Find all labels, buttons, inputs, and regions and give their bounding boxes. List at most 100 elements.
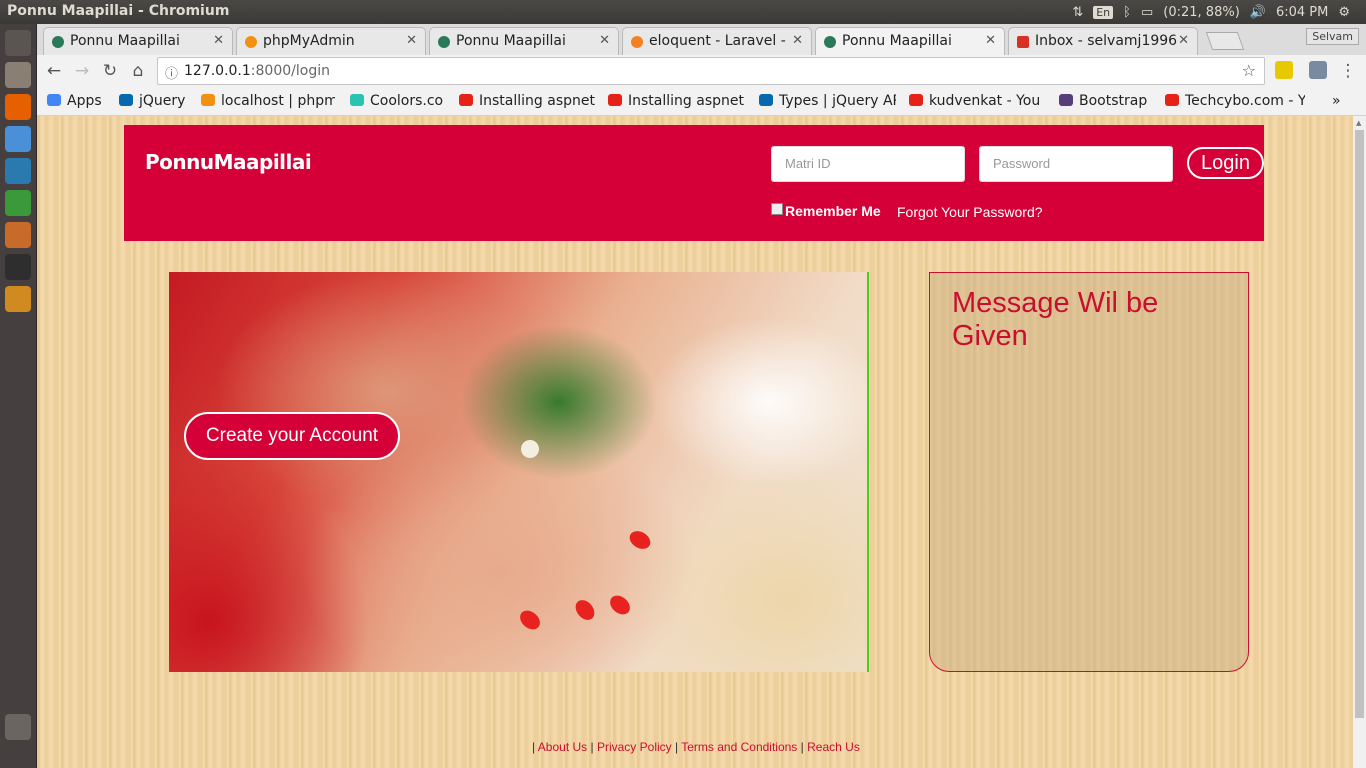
- reload-icon[interactable]: ↻: [99, 60, 121, 82]
- bookmarks-overflow-chevron-icon[interactable]: »: [1332, 93, 1341, 109]
- bookmark-coolors[interactable]: Coolors.co: [350, 93, 443, 109]
- close-tab-icon[interactable]: ✕: [1178, 33, 1189, 48]
- matri-id-input[interactable]: Matri ID: [771, 146, 965, 182]
- libreoffice-calc-icon[interactable]: [5, 190, 31, 216]
- favicon-icon: [631, 36, 643, 48]
- close-tab-icon[interactable]: ✕: [406, 33, 417, 48]
- jquery-icon: [759, 94, 773, 106]
- bookmarks-bar: Apps jQuery localhost | phpm Coolors.co …: [37, 87, 1366, 116]
- extension-icon[interactable]: [1275, 61, 1293, 79]
- url-path: :8000/login: [250, 63, 330, 79]
- profile-button[interactable]: Selvam: [1306, 28, 1359, 45]
- bookmark-jquery[interactable]: jQuery: [119, 93, 185, 109]
- favicon-icon: [245, 36, 257, 48]
- close-tab-icon[interactable]: ✕: [213, 33, 224, 48]
- jquery-icon: [119, 94, 133, 106]
- site-footer: | About Us | Privacy Policy | Terms and …: [532, 740, 860, 754]
- remember-me-label: Remember Me: [785, 203, 881, 219]
- new-tab-button[interactable]: [1205, 32, 1245, 50]
- bootstrap-icon: [1059, 94, 1073, 106]
- menu-kebab-icon[interactable]: ⋮: [1337, 60, 1359, 82]
- close-tab-icon[interactable]: ✕: [985, 33, 996, 48]
- scroll-up-icon[interactable]: ▲: [1356, 119, 1361, 127]
- site-info-icon[interactable]: ⓘ: [165, 63, 178, 82]
- volume-icon[interactable]: 🔊: [1250, 5, 1266, 20]
- youtube-icon: [1165, 94, 1179, 106]
- create-account-button[interactable]: Create your Account: [184, 412, 400, 460]
- tab-strip: Ponnu Maapillai ✕ phpMyAdmin ✕ Ponnu Maa…: [37, 24, 1366, 55]
- firefox-icon[interactable]: [5, 94, 31, 120]
- bookmark-star-icon[interactable]: ☆: [1242, 61, 1256, 80]
- bookmark-kudvenkat[interactable]: kudvenkat - You: [909, 93, 1046, 109]
- tab-phpmyadmin[interactable]: phpMyAdmin ✕: [236, 27, 426, 55]
- clock[interactable]: 6:04 PM: [1276, 5, 1328, 20]
- files-icon[interactable]: [5, 62, 31, 88]
- back-arrow-icon[interactable]: ←: [43, 60, 65, 82]
- remember-me-checkbox[interactable]: [771, 203, 783, 215]
- footer-link-terms[interactable]: Terms and Conditions: [681, 740, 797, 754]
- tab-ponnu-active[interactable]: Ponnu Maapillai ✕: [815, 27, 1005, 55]
- scrollbar-thumb[interactable]: [1355, 130, 1364, 718]
- close-tab-icon[interactable]: ✕: [792, 33, 803, 48]
- chromium-icon[interactable]: [5, 126, 31, 152]
- window-title: Ponnu Maapillai - Chromium: [7, 3, 230, 19]
- tab-ponnu-1[interactable]: Ponnu Maapillai ✕: [43, 27, 233, 55]
- phpmyadmin-icon: [201, 94, 215, 106]
- page-viewport: PonnuMaapillai Matri ID Password Login R…: [37, 116, 1353, 768]
- forward-arrow-icon[interactable]: →: [71, 60, 93, 82]
- favicon-icon: [52, 36, 64, 48]
- footer-separator: |: [800, 740, 804, 754]
- trash-icon[interactable]: [5, 714, 31, 740]
- close-tab-icon[interactable]: ✕: [599, 33, 610, 48]
- bookmark-aspnet-2[interactable]: Installing aspnet: [608, 93, 744, 109]
- dash-icon[interactable]: [5, 30, 31, 56]
- favicon-icon: [438, 36, 450, 48]
- footer-link-about[interactable]: About Us: [538, 740, 587, 754]
- battery-icon[interactable]: ▭: [1141, 5, 1153, 20]
- bookmark-techcybo[interactable]: Techcybo.com - Y: [1165, 93, 1305, 109]
- footer-separator: |: [590, 740, 594, 754]
- bookmark-aspnet-1[interactable]: Installing aspnet: [459, 93, 595, 109]
- login-button[interactable]: Login: [1187, 147, 1264, 179]
- bookmark-localhost[interactable]: localhost | phpm: [201, 93, 335, 109]
- hero-photo-detail: [626, 527, 654, 553]
- color-picker-extension-icon[interactable]: [1309, 61, 1327, 79]
- footer-link-reach[interactable]: Reach Us: [807, 740, 860, 754]
- bookmark-types-jquery[interactable]: Types | jQuery AP: [759, 93, 896, 109]
- battery-status[interactable]: (0:21, 88%): [1163, 5, 1240, 20]
- bookmark-bootstrap[interactable]: Bootstrap: [1059, 93, 1147, 109]
- site-logo[interactable]: PonnuMaapillai: [145, 150, 312, 174]
- home-icon[interactable]: ⌂: [127, 60, 149, 82]
- footer-link-privacy[interactable]: Privacy Policy: [597, 740, 672, 754]
- message-text: Message Wil be Given: [952, 287, 1159, 352]
- libreoffice-impress-icon[interactable]: [5, 222, 31, 248]
- unity-launcher: [0, 24, 37, 768]
- keyboard-layout-indicator[interactable]: En: [1093, 5, 1114, 19]
- remember-me[interactable]: Remember Me: [771, 203, 881, 219]
- hero-photo-detail: [571, 596, 599, 624]
- sublime-text-icon[interactable]: [5, 286, 31, 312]
- window-titlebar: Ponnu Maapillai - Chromium ⇅ En ᛒ ▭ (0:2…: [0, 0, 1366, 24]
- url-host: 127.0.0.1: [184, 63, 251, 79]
- libreoffice-writer-icon[interactable]: [5, 158, 31, 184]
- tab-eloquent[interactable]: eloquent - Laravel - ✕: [622, 27, 812, 55]
- bookmark-apps[interactable]: Apps: [47, 93, 102, 109]
- hero-photo-detail: [516, 606, 544, 634]
- settings-gear-icon[interactable]: ⚙: [1338, 5, 1350, 20]
- bluetooth-icon[interactable]: ᛒ: [1123, 5, 1131, 20]
- youtube-icon: [459, 94, 473, 106]
- tab-label: Inbox - selvamj1996: [1035, 33, 1178, 49]
- password-input[interactable]: Password: [979, 146, 1173, 182]
- network-icon[interactable]: ⇅: [1072, 5, 1083, 20]
- page-scrollbar[interactable]: ▲: [1353, 116, 1366, 768]
- terminal-icon[interactable]: [5, 254, 31, 280]
- address-bar[interactable]: ⓘ 127.0.0.1:8000/login ☆: [157, 57, 1265, 85]
- forgot-password-link[interactable]: Forgot Your Password?: [897, 204, 1043, 220]
- site-header: PonnuMaapillai Matri ID Password Login R…: [124, 125, 1264, 241]
- tab-inbox[interactable]: Inbox - selvamj1996 ✕: [1008, 27, 1198, 55]
- hero-image: Create your Account: [169, 272, 869, 672]
- tab-ponnu-2[interactable]: Ponnu Maapillai ✕: [429, 27, 619, 55]
- hero-photo-detail: [521, 440, 539, 458]
- tab-label: Ponnu Maapillai: [70, 33, 180, 49]
- browser-chrome: Ponnu Maapillai ✕ phpMyAdmin ✕ Ponnu Maa…: [37, 24, 1366, 116]
